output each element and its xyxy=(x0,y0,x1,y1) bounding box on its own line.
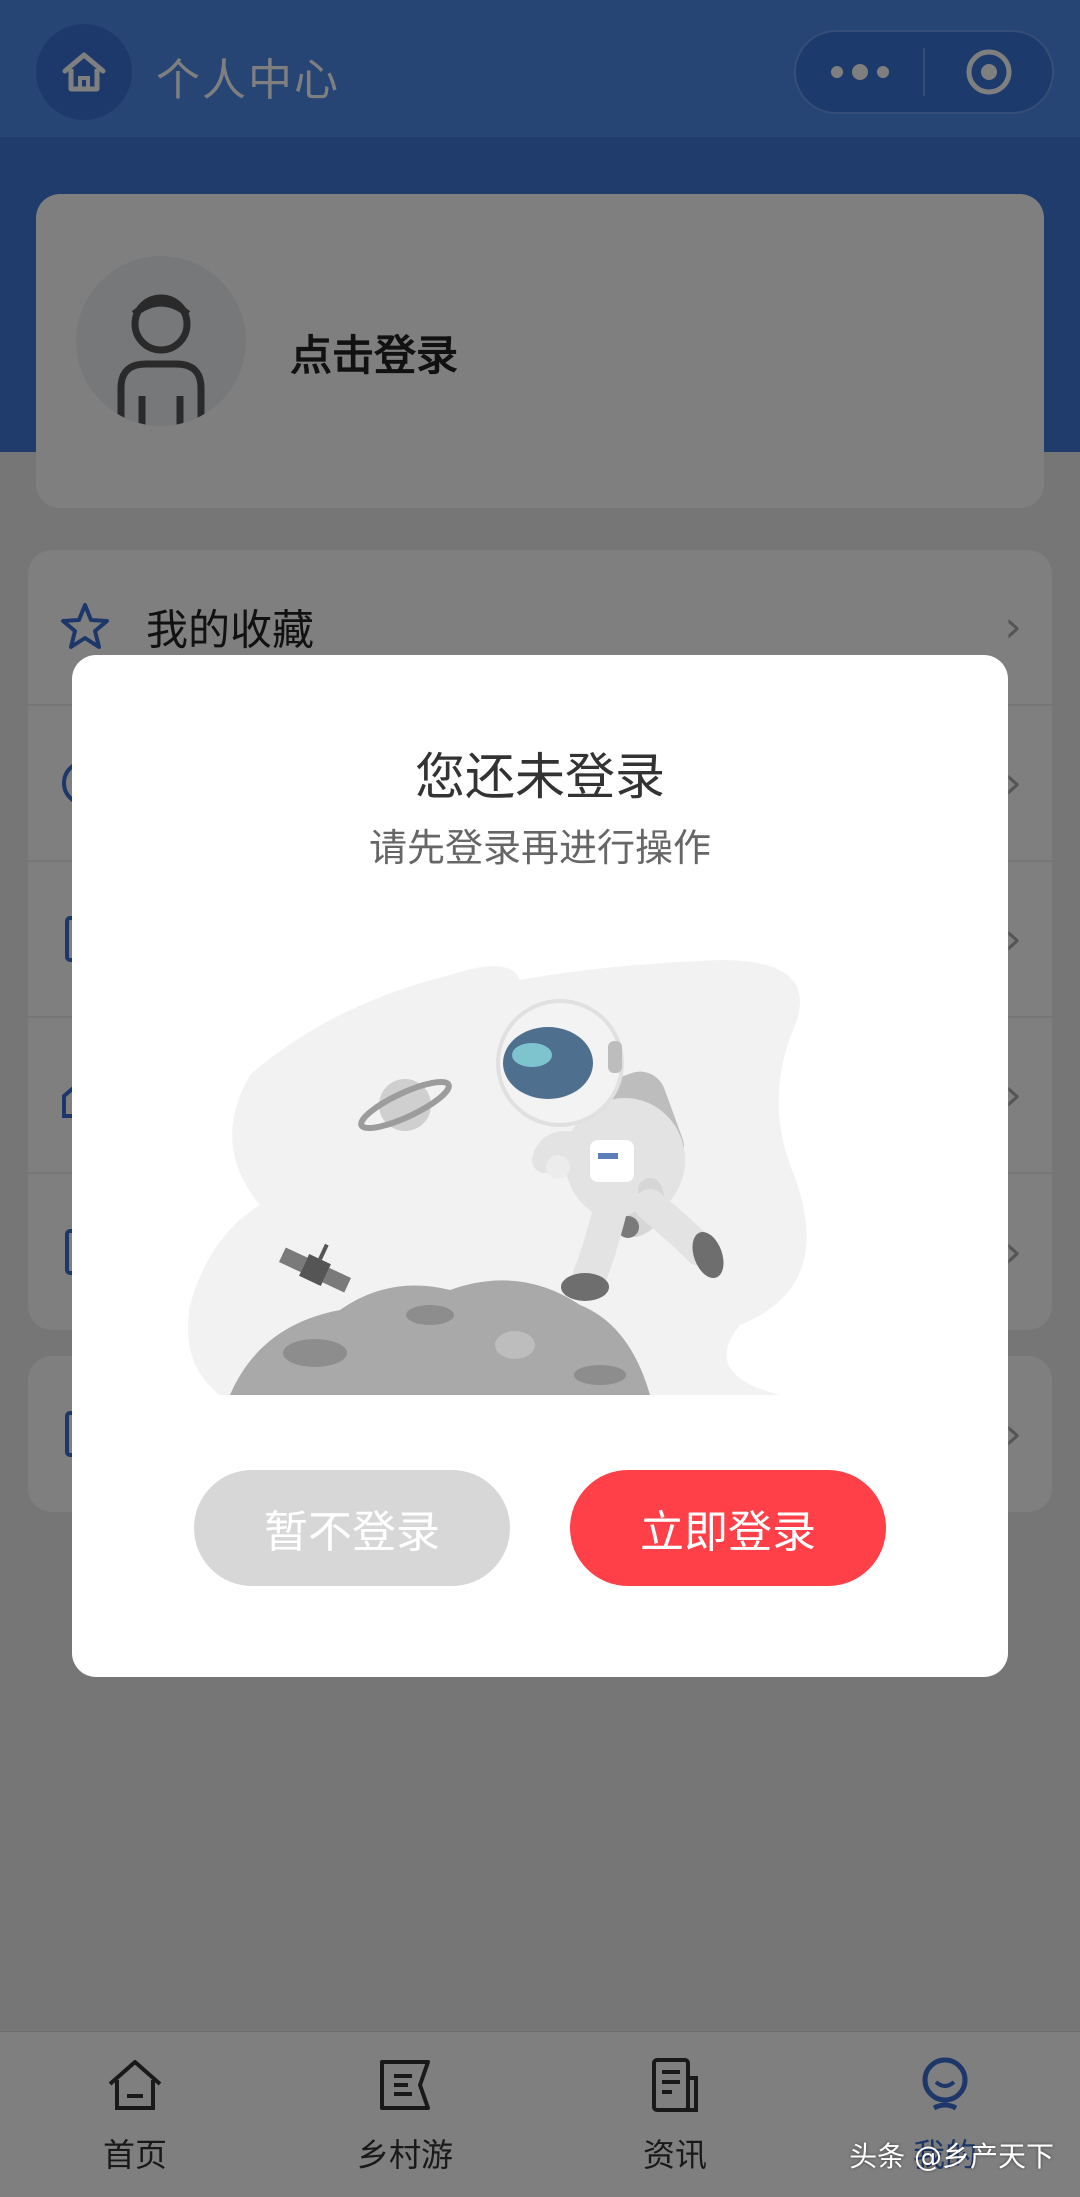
login-required-dialog: 您还未登录 请先登录再进行操作 暂不登录 立即登录 xyxy=(72,655,1008,1677)
skip-login-button[interactable]: 暂不登录 xyxy=(194,1470,510,1586)
astronaut-illustration xyxy=(188,960,807,1395)
watermark: 头条 @乡产天下 xyxy=(849,2140,1054,2173)
dialog-subtitle: 请先登录再进行操作 xyxy=(368,826,711,870)
login-now-button[interactable]: 立即登录 xyxy=(570,1470,886,1586)
dialog-title: 您还未登录 xyxy=(415,748,665,806)
